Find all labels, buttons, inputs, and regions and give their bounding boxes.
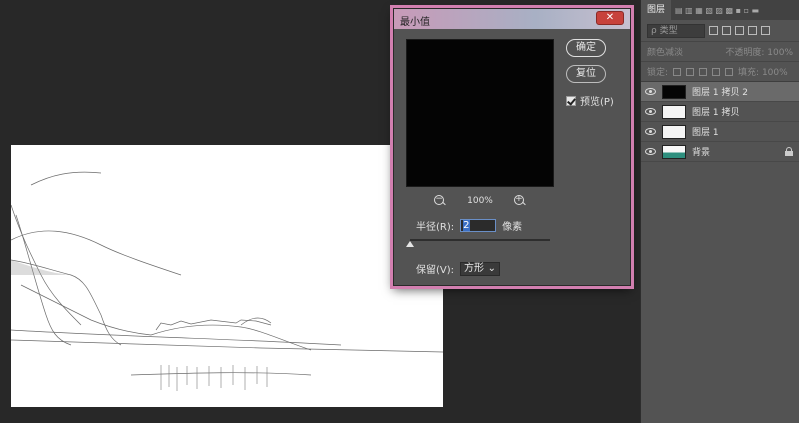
layer-name: 背景	[692, 148, 711, 158]
preview-checkbox[interactable]	[566, 95, 576, 106]
smart-filter-icon[interactable]	[761, 26, 770, 35]
dialog-title: 最小值	[400, 17, 430, 28]
lock-pixels-icon[interactable]	[673, 67, 682, 76]
lock-label: 锁定:	[647, 68, 669, 78]
close-button[interactable]: ✕	[596, 11, 624, 25]
preserve-value: 方形	[464, 262, 485, 274]
preview-option[interactable]: 预览(P)	[566, 93, 614, 108]
tab-layers[interactable]: 图层	[641, 0, 672, 20]
zoom-out-button[interactable]: −	[433, 194, 447, 208]
reset-button[interactable]: 复位	[566, 65, 606, 83]
minimum-filter-dialog: 最小值 ✕ − 100% + 确定 复位 预览(P) 半径(R): 2 像素 保…	[393, 8, 631, 286]
zoom-out-icon: −	[435, 194, 443, 204]
layer-list: 图层 1 拷贝 2 图层 1 拷贝 图层 1 背景	[641, 82, 799, 162]
lock-artboard-icon[interactable]	[712, 67, 721, 76]
radius-slider[interactable]	[406, 239, 550, 247]
zoom-in-icon: +	[515, 194, 523, 204]
layer-filter-select[interactable]: ρ 类型	[647, 23, 705, 38]
layer-filter-row: ρ 类型	[641, 20, 799, 42]
layer-name: 图层 1	[692, 128, 719, 138]
panel-tab-bar: 图层 ▤ ▥ ▦ ▧ ▨ ▩ ▪ ▫ ▬	[641, 0, 799, 20]
lock-icon	[785, 147, 793, 156]
layer-row[interactable]: 图层 1	[641, 122, 799, 142]
image-filter-icon[interactable]	[709, 26, 718, 35]
eye-icon[interactable]	[645, 128, 656, 135]
lock-position-icon[interactable]	[699, 67, 708, 76]
zoom-in-button[interactable]: +	[513, 194, 527, 208]
zoom-controls: − 100% +	[406, 193, 554, 209]
ok-button[interactable]: 确定	[566, 39, 606, 57]
lock-row: 锁定: 填充: 100%	[641, 62, 799, 82]
lock-paint-icon[interactable]	[686, 67, 695, 76]
zoom-level: 100%	[467, 196, 493, 206]
document-canvas[interactable]	[11, 145, 443, 407]
layer-thumbnail	[662, 104, 686, 119]
layer-thumbnail	[662, 144, 686, 159]
fill-field[interactable]: 填充: 100%	[738, 65, 788, 78]
layer-thumbnail	[662, 84, 686, 99]
blend-row: 颜色减淡 不透明度: 100%	[641, 42, 799, 62]
radius-slider-thumb[interactable]	[406, 241, 414, 247]
blend-mode-select[interactable]: 颜色减淡	[647, 45, 683, 58]
sketch-image	[11, 171, 443, 391]
eye-icon[interactable]	[645, 88, 656, 95]
eye-icon[interactable]	[645, 108, 656, 115]
radius-row: 半径(R): 2 像素	[416, 218, 522, 233]
layer-row[interactable]: 图层 1 拷贝 2	[641, 82, 799, 102]
preserve-row: 保留(V): 方形 ⌄	[416, 261, 501, 276]
dialog-title-bar[interactable]: 最小值 ✕	[394, 9, 630, 29]
eye-icon[interactable]	[645, 148, 656, 155]
layer-name: 图层 1 拷贝	[692, 108, 740, 118]
shape-filter-icon[interactable]	[748, 26, 757, 35]
radius-input[interactable]: 2	[460, 219, 497, 232]
radius-value: 2	[463, 220, 470, 231]
type-filter-icon[interactable]	[735, 26, 744, 35]
opacity-field[interactable]: 不透明度: 100%	[725, 45, 793, 58]
layer-thumbnail	[662, 124, 686, 139]
layer-name: 图层 1 拷贝 2	[692, 88, 749, 98]
filter-preview[interactable]	[406, 39, 554, 187]
preview-label: 预览(P)	[580, 97, 614, 108]
preserve-label: 保留(V):	[416, 265, 455, 276]
layers-panel: 图层 ▤ ▥ ▦ ▧ ▨ ▩ ▪ ▫ ▬ ρ 类型 颜色减淡 不透明度: 100…	[640, 0, 799, 423]
panel-tab-icons[interactable]: ▤ ▥ ▦ ▧ ▨ ▩ ▪ ▫ ▬	[671, 6, 759, 15]
radius-unit: 像素	[502, 222, 523, 233]
adjustment-filter-icon[interactable]	[722, 26, 731, 35]
preserve-select[interactable]: 方形 ⌄	[460, 261, 501, 276]
lock-all-icon[interactable]	[725, 67, 734, 76]
layer-row[interactable]: 背景	[641, 142, 799, 162]
chevron-down-icon: ⌄	[487, 262, 497, 274]
radius-label: 半径(R):	[416, 222, 455, 233]
layer-row[interactable]: 图层 1 拷贝	[641, 102, 799, 122]
